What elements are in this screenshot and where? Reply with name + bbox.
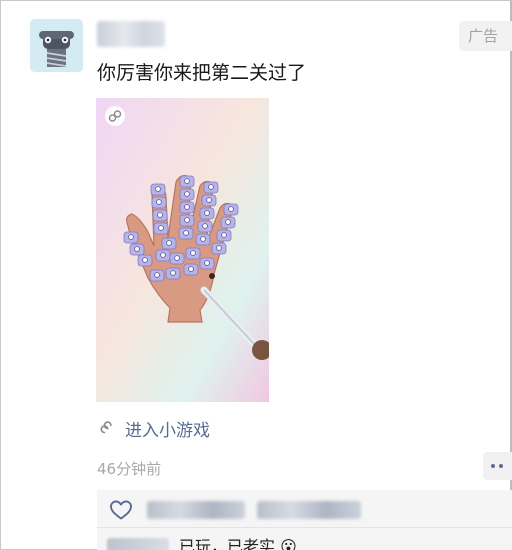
post-text: 你厉害你来把第二关过了 (97, 62, 307, 84)
game-hand-illustration (96, 98, 269, 402)
ad-label[interactable]: 广告 (459, 21, 512, 51)
avatar[interactable] (30, 19, 83, 72)
comment-row[interactable]: 已玩，已老实 😮 (97, 536, 512, 550)
enter-mini-game-link[interactable]: 进入小游戏 (99, 416, 210, 441)
likes-row (97, 490, 512, 528)
mini-program-link-icon (100, 420, 112, 433)
more-dots-icon (499, 464, 503, 468)
post-timestamp: 46分钟前 (97, 460, 162, 478)
more-dots-icon (491, 464, 495, 468)
screw-avatar-icon (30, 19, 83, 72)
enter-game-label[interactable]: 进入小游戏 (125, 416, 210, 441)
heart-icon (110, 500, 132, 520)
game-preview-image[interactable] (96, 98, 269, 402)
liker-names-blurred[interactable] (257, 501, 361, 519)
comment-text: 已玩，已老实 😮 (179, 537, 297, 550)
likes-comments-area: 已玩，已老实 😮 (97, 490, 512, 550)
liker-names-blurred[interactable] (147, 501, 245, 519)
nickname-blurred[interactable] (97, 21, 165, 47)
more-actions-button[interactable] (483, 452, 512, 480)
commenter-name-blurred[interactable] (107, 538, 169, 550)
